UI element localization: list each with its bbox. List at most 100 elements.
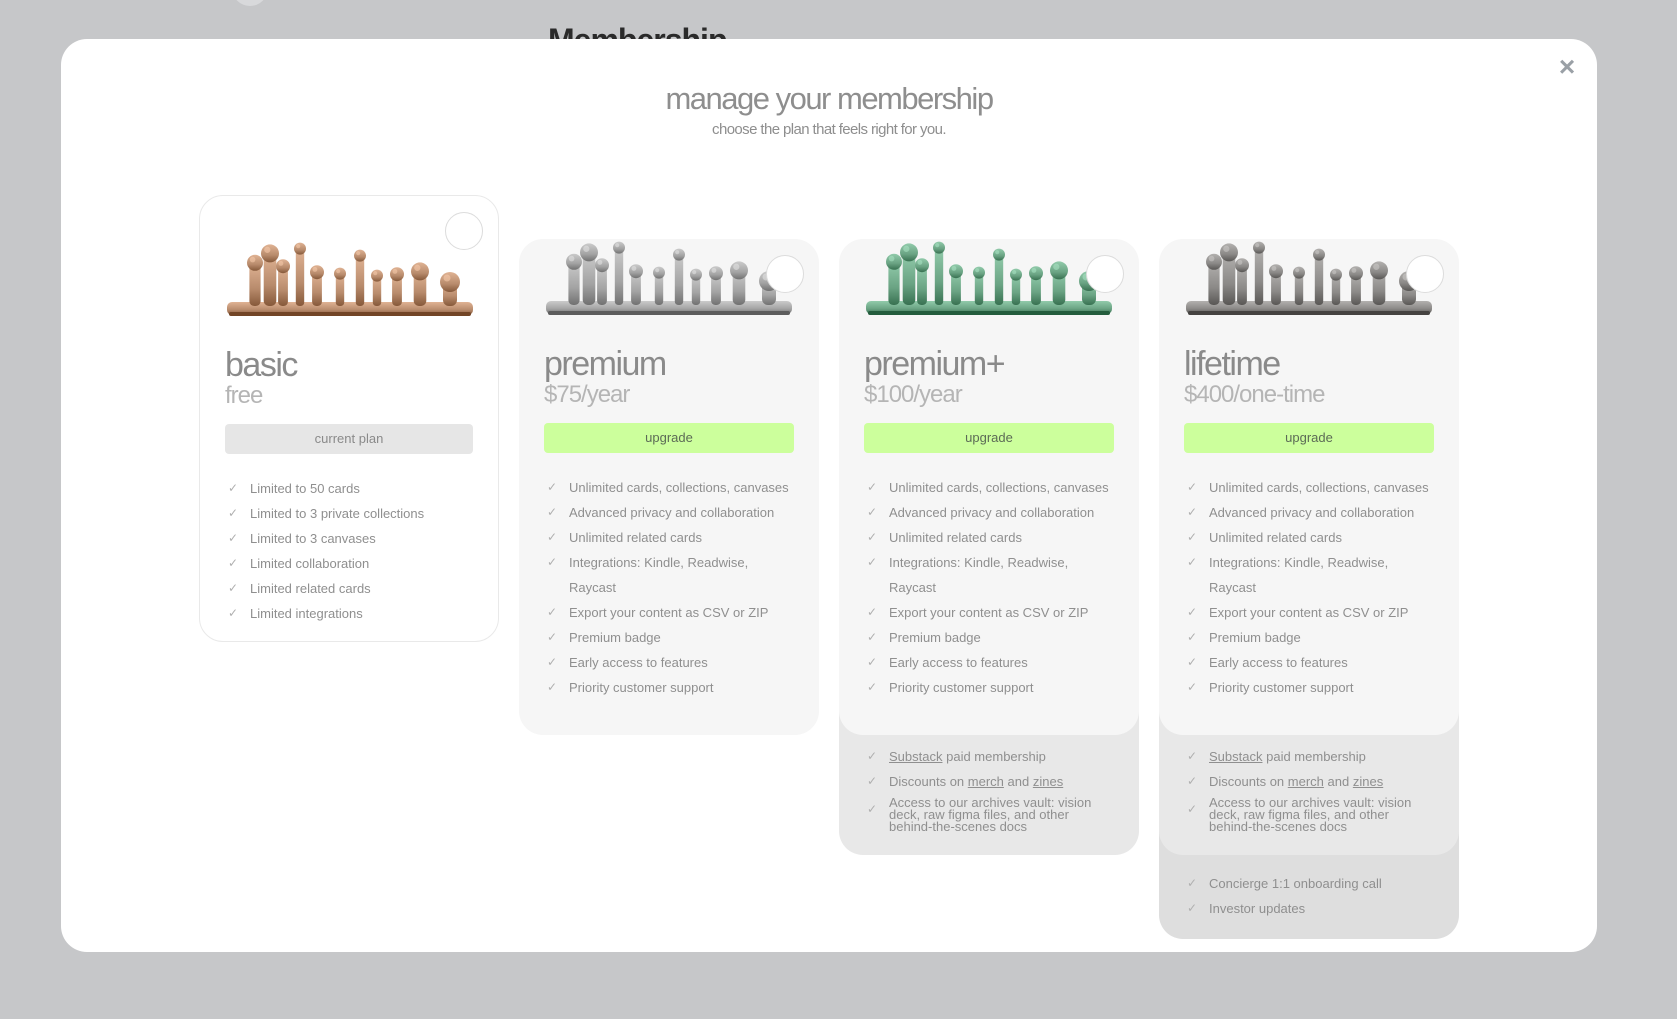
feature-item: ✓ Limited integrations <box>225 601 473 626</box>
feature-item: ✓ Export your content as CSV or ZIP <box>864 600 1114 625</box>
check-icon: ✓ <box>867 530 878 544</box>
logo-base-edge <box>548 311 790 315</box>
logo-highlight <box>1295 268 1300 273</box>
logo-highlight <box>995 250 1000 255</box>
logo-highlight <box>1255 243 1260 248</box>
logo-blob <box>933 241 945 254</box>
logo-highlight <box>356 251 361 256</box>
logo-blob <box>411 262 429 281</box>
extras-list: ✓ Substack paid membership ✓ Discounts on … <box>864 744 1114 837</box>
logo-stem <box>994 254 1004 305</box>
logo-stem <box>614 247 624 305</box>
close-icon[interactable]: × <box>1551 51 1583 83</box>
feature-item: ✓ Access to our archives vault: vision de… <box>1187 795 1412 834</box>
logo-highlight <box>312 266 318 272</box>
upgrade-button[interactable]: upgrade <box>1184 423 1434 453</box>
upgrade-button[interactable]: upgrade <box>864 423 1114 453</box>
modal-title: manage your membership <box>665 81 994 116</box>
check-icon: ✓ <box>867 605 878 619</box>
merch-link[interactable]: merch <box>1288 774 1324 789</box>
feature-item: ✓ Limited to 50 cards <box>225 476 473 501</box>
plan-radio[interactable] <box>1086 255 1124 293</box>
feature-item: ✓ Early access to features <box>544 650 794 675</box>
plan-card-basic[interactable]: basic free current plan ✓ Limited to 50 c… <box>199 195 499 642</box>
merch-link[interactable]: merch <box>968 774 1004 789</box>
plan-card-premium-plus[interactable]: premium+ $100/year upgrade ✓ Unlimited ca… <box>839 195 1139 855</box>
check-icon: ✓ <box>228 531 239 545</box>
logo-base-edge <box>1188 311 1430 315</box>
logo-blob <box>1253 241 1265 254</box>
plan-radio[interactable] <box>766 255 804 293</box>
logo-highlight <box>917 259 923 265</box>
logo-highlight <box>655 268 660 273</box>
logo-highlight <box>631 265 637 271</box>
logo-highlight <box>675 250 680 255</box>
logo-highlight <box>1332 270 1337 275</box>
feature-item: ✓ Unlimited cards, collections, canvases <box>544 475 794 500</box>
logo-highlight <box>414 264 421 271</box>
plan-logo <box>227 242 473 316</box>
logo-highlight <box>733 263 740 270</box>
plan-logo <box>1186 241 1432 315</box>
logo-highlight <box>443 274 451 282</box>
logo-highlight <box>615 243 620 248</box>
logo-blob <box>886 253 902 270</box>
check-icon: ✓ <box>547 605 558 619</box>
logo-stem <box>295 248 305 306</box>
feature-item: ✓ Limited to 3 private collections <box>225 501 473 526</box>
upgrade-button[interactable]: upgrade <box>544 423 794 453</box>
check-icon: ✓ <box>867 680 878 694</box>
plan-card: premium+ $100/year upgrade ✓ Unlimited ca… <box>839 239 1139 735</box>
feature-item: ✓ Investor updates <box>1184 896 1434 921</box>
plan-card: basic free current plan ✓ Limited to 50 c… <box>199 195 499 642</box>
modal-subtitle: choose the plan that feels right for you… <box>712 121 947 138</box>
logo-blob <box>1313 248 1325 261</box>
logo-blob <box>949 264 963 279</box>
plan-card: premium $75/year upgrade ✓ Unlimited card… <box>519 239 819 735</box>
plan-name: lifetime <box>1184 345 1281 383</box>
logo-blob <box>613 241 625 254</box>
logo-blob <box>1349 266 1363 281</box>
check-icon: ✓ <box>547 480 558 494</box>
feature-item: ✓ Integrations: Kindle, Readwise, Raycast <box>544 550 794 600</box>
logo-blob <box>730 261 748 280</box>
check-icon: ✓ <box>867 802 878 816</box>
feature-item: ✓ Advanced privacy and collaboration <box>1184 500 1434 525</box>
substack-link[interactable]: Substack <box>889 749 942 764</box>
check-icon: ✓ <box>1187 901 1198 915</box>
plan-price: $400/one-time <box>1184 381 1325 408</box>
logo-highlight <box>568 255 575 262</box>
plan-name: premium+ <box>864 345 1006 383</box>
logo-blob <box>915 258 929 273</box>
plan-radio[interactable] <box>445 212 483 250</box>
plan-card-premium[interactable]: premium $75/year upgrade ✓ Unlimited card… <box>519 195 819 735</box>
check-icon: ✓ <box>867 555 878 569</box>
current-plan-button[interactable]: current plan <box>225 424 473 454</box>
logo-highlight <box>1012 270 1017 275</box>
logo-blob <box>261 244 279 263</box>
logo-blob <box>1220 243 1238 262</box>
check-icon: ✓ <box>867 774 878 788</box>
logo-blob <box>580 243 598 262</box>
logo-highlight <box>903 245 910 252</box>
check-icon: ✓ <box>1187 749 1198 763</box>
logo-highlight <box>264 246 271 253</box>
check-icon: ✓ <box>228 606 239 620</box>
zines-link[interactable]: zines <box>1033 774 1063 789</box>
logo-base-edge <box>229 312 471 316</box>
plan-radio[interactable] <box>1406 255 1444 293</box>
feature-item: ✓ Discounts on merch and zines <box>1184 769 1434 794</box>
check-icon: ✓ <box>547 505 558 519</box>
substack-link[interactable]: Substack <box>1209 749 1262 764</box>
plan-card-lifetime[interactable]: lifetime $400/one-time upgrade ✓ Unlimite… <box>1159 195 1459 939</box>
feature-item: ✓ Concierge 1:1 onboarding call <box>1184 871 1434 896</box>
logo-blob <box>1010 268 1022 281</box>
check-icon: ✓ <box>547 555 558 569</box>
feature-item: ✓ Unlimited related cards <box>864 525 1114 550</box>
background-avatar <box>232 0 268 6</box>
logo-highlight <box>888 255 895 262</box>
zines-link[interactable]: zines <box>1353 774 1383 789</box>
check-icon: ✓ <box>1187 605 1198 619</box>
check-icon: ✓ <box>1187 655 1198 669</box>
logo-blob <box>334 267 346 280</box>
